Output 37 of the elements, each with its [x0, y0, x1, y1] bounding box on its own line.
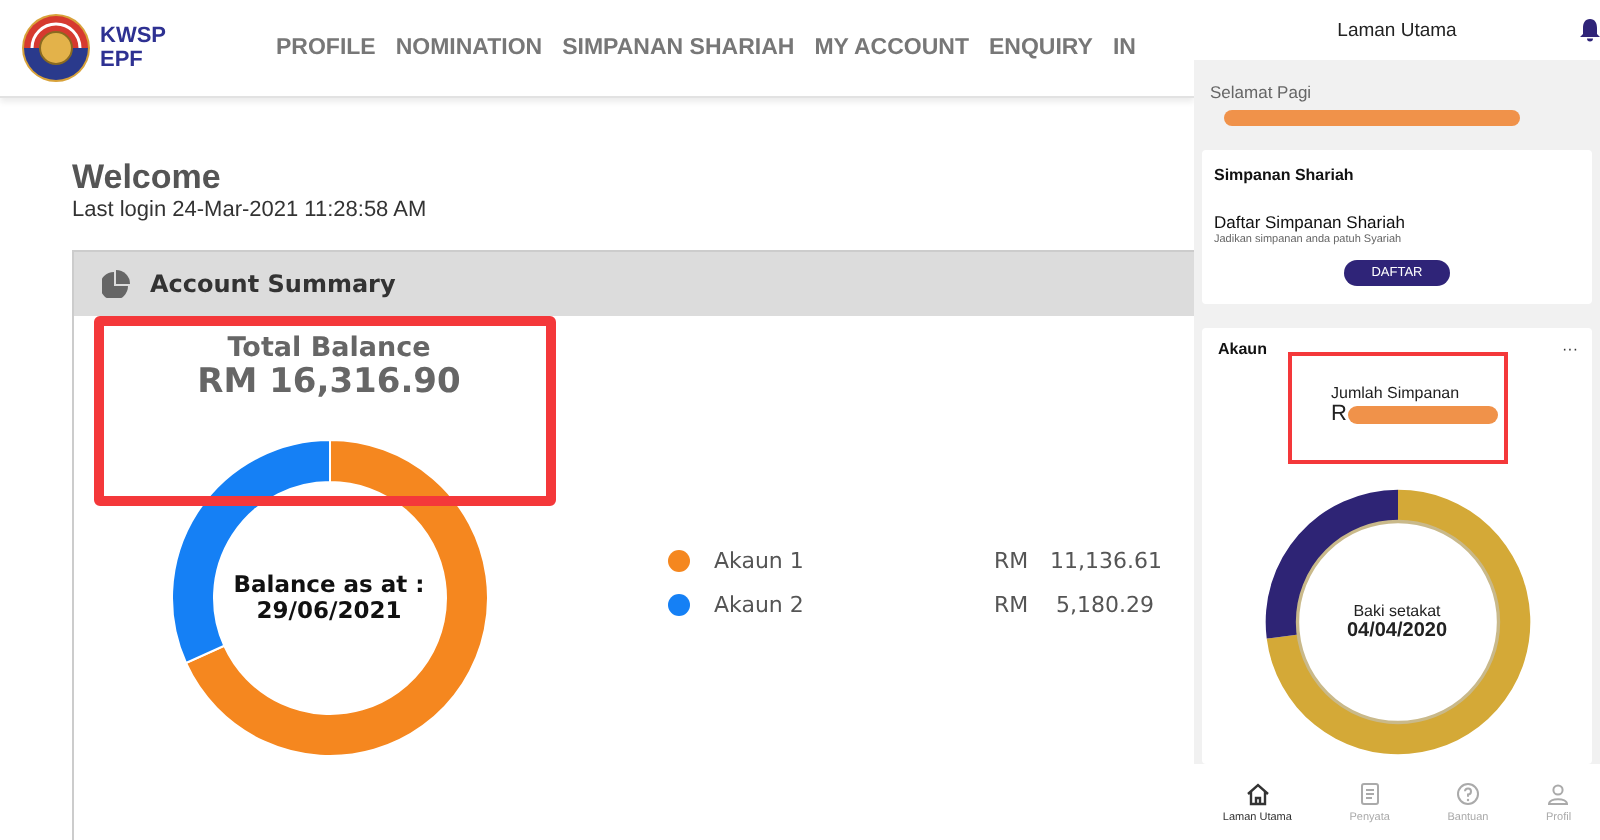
- nav-link[interactable]: NOMINATION: [395, 36, 543, 60]
- donut-center-date: 04/04/2020: [1346, 620, 1448, 642]
- total-balance-label: Total Balance: [227, 334, 431, 364]
- welcome-title: Welcome: [72, 158, 223, 198]
- card-heading: Daftar Simpanan Shariah: [1214, 212, 1407, 232]
- donut-center-label: Balance as at :: [233, 572, 425, 598]
- legend-label: Akaun 1: [714, 548, 806, 574]
- person-icon: [1546, 781, 1571, 805]
- nav-link[interactable]: IN: [1112, 36, 1136, 60]
- nav-link[interactable]: ENQUIRY: [989, 36, 1093, 60]
- emblem-logo-icon: [20, 12, 92, 84]
- last-login-text: Last login 24-Mar-2021 11:28:58 AM: [72, 198, 429, 222]
- bell-icon[interactable]: [1580, 18, 1600, 42]
- legend-label: Akaun 2: [714, 592, 806, 618]
- pie-chart-icon: [102, 270, 130, 298]
- greeting-text: Selamat Pagi: [1210, 82, 1314, 102]
- more-menu[interactable]: ···: [1562, 340, 1578, 358]
- logo-text: EPF: [100, 48, 145, 72]
- donut-center-date: 29/06/2021: [256, 598, 402, 624]
- help-icon: [1455, 781, 1480, 805]
- home-icon: [1245, 781, 1270, 805]
- donut-center-label: Baki setakat: [1353, 602, 1441, 620]
- card-title: Simpanan Shariah: [1214, 166, 1356, 184]
- document-icon: [1357, 781, 1382, 805]
- total-balance-amount: RM 16,316.90: [197, 364, 461, 400]
- total-savings-label: Jumlah Simpanan: [1331, 384, 1462, 402]
- nav-link[interactable]: MY ACCOUNT: [814, 36, 969, 60]
- nav-link[interactable]: SIMPANAN SHARIAH: [562, 36, 795, 60]
- card-title: Akaun: [1218, 340, 1267, 358]
- screen-title: Laman Utama: [1337, 19, 1457, 41]
- legend-amount: 5,180.29: [1054, 592, 1154, 618]
- currency-label: RM: [994, 592, 1031, 618]
- currency-label: RM: [994, 548, 1031, 574]
- nav-link[interactable]: PROFILE: [276, 36, 376, 60]
- logo-text: KWSP: [100, 24, 166, 48]
- total-savings-amount: R: [1331, 402, 1347, 426]
- card-title: Account Summary: [150, 270, 396, 298]
